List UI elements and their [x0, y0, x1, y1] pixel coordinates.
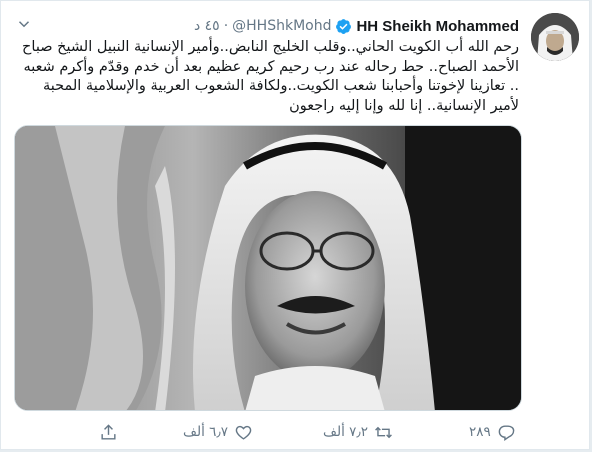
tweet-text-line: الأحمد الصباح.. حط رحاله عند رب رحيم كري… — [23, 58, 519, 75]
profile-avatar[interactable] — [531, 13, 579, 61]
reply-button[interactable]: ٢٨٩ — [469, 419, 516, 445]
reply-icon — [498, 424, 515, 441]
tweet-actions: ٢٨٩ ٧٫٢ ألف ٦٫٧ ألف — [1, 419, 589, 445]
like-button[interactable]: ٦٫٧ ألف — [183, 419, 253, 445]
share-button[interactable] — [99, 419, 118, 445]
author-handle[interactable]: @HHShkMohd — [232, 18, 331, 34]
tweet-text: رحم الله أب الكويت الحاني..وقلب الخليج ا… — [13, 38, 519, 116]
portrait-image — [15, 126, 521, 410]
retweet-button[interactable]: ٧٫٢ ألف — [323, 419, 393, 445]
tweet-card[interactable]: HH Sheikh Mohammed @HHShkMohd · ٤٥ د رحم… — [0, 0, 590, 450]
avatar-image — [531, 13, 579, 61]
reply-count: ٢٨٩ — [469, 424, 491, 440]
chevron-down-icon[interactable] — [15, 15, 33, 33]
like-count: ٦٫٧ ألف — [183, 424, 229, 440]
tweet-text-line: لأمير الإنسانية.. إنا لله وإنا إليه راجع… — [289, 97, 519, 114]
retweet-count: ٧٫٢ ألف — [323, 424, 369, 440]
tweet-photo[interactable] — [14, 125, 522, 411]
share-icon — [101, 423, 116, 440]
author-display-name[interactable]: HH Sheikh Mohammed — [356, 18, 519, 35]
separator-dot: · — [223, 18, 229, 34]
tweet-header: HH Sheikh Mohammed @HHShkMohd · ٤٥ د — [194, 15, 519, 37]
retweet-icon — [375, 426, 392, 438]
tweet-text-line: .. تعازينا لإخوتنا وأحبابنا شعب الكويت..… — [42, 78, 519, 94]
heart-icon — [235, 425, 252, 440]
tweet-text-line: رحم الله أب الكويت الحاني..وقلب الخليج ا… — [22, 39, 519, 55]
tweet-timestamp[interactable]: ٤٥ د — [194, 18, 220, 34]
verified-badge-icon — [335, 18, 352, 35]
